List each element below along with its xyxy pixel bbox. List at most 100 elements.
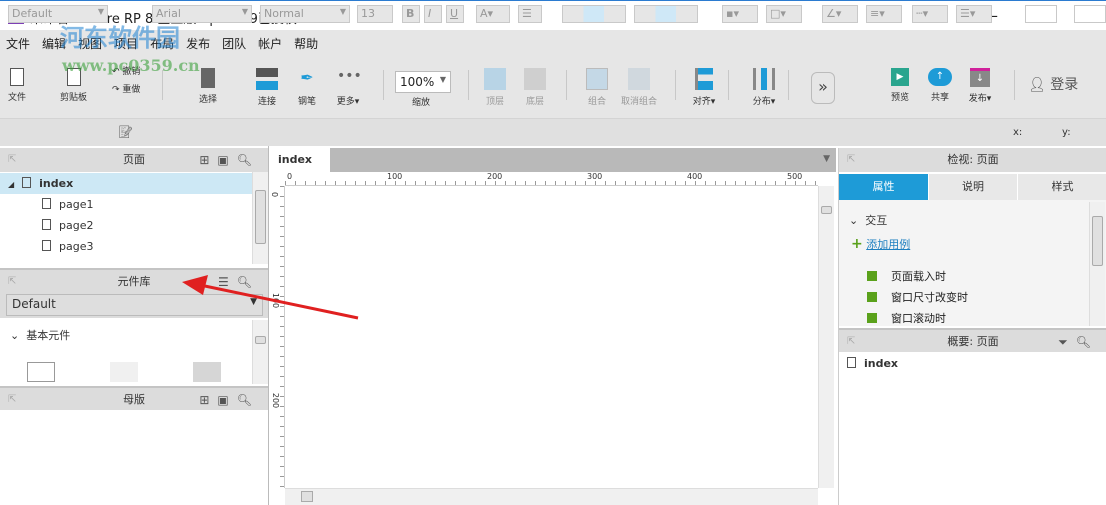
preview-button[interactable]: ▶ 预览 bbox=[886, 68, 914, 103]
group-button[interactable]: 组合 bbox=[584, 68, 610, 107]
line-width-button[interactable]: ≡▾ bbox=[866, 5, 902, 23]
ungroup-button[interactable]: 取消组合 bbox=[618, 68, 660, 107]
style-editor-icon[interactable]: 📝︎ bbox=[118, 125, 133, 139]
send-to-back-button[interactable]: 底层 bbox=[522, 68, 548, 107]
canvas-vscrollbar[interactable] bbox=[818, 186, 834, 488]
event-icon bbox=[867, 271, 877, 281]
bold-button[interactable]: B bbox=[402, 5, 420, 23]
add-folder-icon[interactable]: ▣ bbox=[217, 393, 236, 407]
text-align-group[interactable] bbox=[562, 5, 626, 23]
italic-button[interactable]: I bbox=[424, 5, 442, 23]
bullet-button[interactable]: ☰ bbox=[518, 5, 542, 23]
arrow-style-button[interactable]: ☰▾ bbox=[956, 5, 992, 23]
align-button[interactable]: 对齐▾ bbox=[688, 68, 720, 107]
event-window-resize[interactable]: 窗口尺寸改变时 bbox=[867, 289, 968, 305]
menu-publish[interactable]: 发布 bbox=[180, 30, 216, 57]
y-label: y: bbox=[1062, 127, 1071, 138]
event-window-scroll[interactable]: 窗口滚动时 bbox=[867, 310, 946, 326]
style-select[interactable]: Default ▼ bbox=[8, 5, 108, 23]
event-icon bbox=[867, 313, 877, 323]
fill-color-button[interactable]: ▪▾ bbox=[722, 5, 758, 23]
add-case-link[interactable]: + 添加用例 bbox=[851, 236, 910, 252]
undo-button[interactable]: ↶ 撤销 bbox=[112, 64, 140, 77]
page-icon bbox=[42, 198, 51, 209]
more-button[interactable]: ••• 更多▾ bbox=[332, 68, 364, 107]
shadow-button[interactable]: □▾ bbox=[766, 5, 802, 23]
align-icon bbox=[695, 68, 713, 90]
tab-properties[interactable]: 属性 bbox=[839, 174, 928, 200]
menu-team[interactable]: 团队 bbox=[216, 30, 252, 57]
file-button[interactable]: 文件 bbox=[8, 68, 26, 103]
search-icon[interactable]: 🔍︎ bbox=[1076, 335, 1099, 349]
add-page-icon[interactable]: ⊞ bbox=[199, 153, 217, 167]
canvas-hscrollbar[interactable] bbox=[285, 488, 818, 505]
menu-view[interactable]: 视图 bbox=[72, 30, 108, 57]
underline-button[interactable]: U bbox=[446, 5, 464, 23]
search-icon[interactable]: 🔍︎ bbox=[237, 393, 260, 407]
widget-box[interactable] bbox=[27, 362, 55, 382]
menu-edit[interactable]: 编辑 bbox=[36, 30, 72, 57]
publish-button[interactable]: ↓ 发布▾ bbox=[966, 68, 994, 104]
widget-image[interactable] bbox=[193, 362, 221, 382]
menu-layout[interactable]: 布局 bbox=[144, 30, 180, 57]
line-style-button[interactable]: ┄▾ bbox=[912, 5, 948, 23]
font-size-select[interactable]: 13 bbox=[357, 5, 393, 23]
outline-header: ⇱ 概要: 页面 ⏷🔍︎ bbox=[839, 328, 1106, 352]
format-bar bbox=[0, 118, 1106, 146]
page-item-page3[interactable]: page3 bbox=[42, 236, 93, 257]
select-button[interactable]: 选择 bbox=[178, 68, 238, 105]
zoom-label: 缩放 bbox=[412, 98, 431, 108]
event-page-load[interactable]: 页面载入时 bbox=[867, 268, 946, 284]
annotation-arrow bbox=[182, 275, 359, 320]
pages-scrollbar[interactable] bbox=[252, 172, 268, 264]
page-item-page2[interactable]: page2 bbox=[42, 215, 93, 236]
connector-icon bbox=[256, 68, 278, 90]
pin-icon[interactable]: ⇱ bbox=[8, 270, 16, 294]
bring-to-front-button[interactable]: 顶层 bbox=[482, 68, 508, 107]
clipboard-icon bbox=[66, 68, 81, 86]
page-item-index[interactable]: ◢ index bbox=[0, 173, 252, 194]
tab-notes[interactable]: 说明 bbox=[929, 174, 1017, 200]
pin-icon[interactable]: ⇱ bbox=[847, 148, 855, 172]
connect-button[interactable]: 连接 bbox=[252, 68, 282, 107]
distribute-button[interactable]: 分布▾ bbox=[748, 68, 780, 107]
tab-menu-icon[interactable]: ▼ bbox=[823, 154, 830, 164]
distribute-icon bbox=[753, 68, 775, 90]
expand-toolbar-button[interactable]: » bbox=[811, 72, 835, 104]
pen-button[interactable]: ✒ 钢笔 bbox=[292, 68, 322, 107]
menu-file[interactable]: 文件 bbox=[0, 30, 36, 57]
font-select[interactable]: Arial ▼ bbox=[152, 5, 252, 23]
menu-help[interactable]: 帮助 bbox=[288, 30, 324, 57]
pin-icon[interactable]: ⇱ bbox=[8, 388, 16, 412]
font-weight-select[interactable]: Normal ▼ bbox=[260, 5, 350, 23]
outline-item-index[interactable]: index bbox=[847, 353, 898, 374]
menu-project[interactable]: 项目 bbox=[108, 30, 144, 57]
share-button[interactable]: ↑ 共享 bbox=[926, 68, 954, 103]
font-color-button[interactable]: A▾ bbox=[476, 5, 510, 23]
add-folder-icon[interactable]: ▣ bbox=[217, 153, 236, 167]
y-input[interactable] bbox=[1074, 5, 1106, 23]
back-icon bbox=[524, 68, 546, 90]
filter-icon[interactable]: ⏷ bbox=[1058, 335, 1076, 349]
widget-placeholder[interactable] bbox=[110, 362, 138, 382]
redo-button[interactable]: ↷ 重做 bbox=[112, 82, 140, 95]
search-icon[interactable]: 🔍︎ bbox=[237, 153, 260, 167]
menu-account[interactable]: 帐户 bbox=[252, 30, 288, 57]
tab-style[interactable]: 样式 bbox=[1018, 174, 1106, 200]
x-input[interactable] bbox=[1025, 5, 1057, 23]
download-icon: ↓ bbox=[970, 68, 990, 87]
select-icon bbox=[201, 68, 215, 88]
add-master-icon[interactable]: ⊞ bbox=[199, 393, 217, 407]
page-item-page1[interactable]: page1 bbox=[42, 194, 93, 215]
zoom-select[interactable]: 100% ▼ bbox=[395, 71, 451, 93]
clipboard-button[interactable]: 剪贴板 bbox=[60, 68, 87, 103]
widget-group-basic[interactable]: ⌄ 基本元件 bbox=[10, 327, 70, 343]
login-button[interactable]: 👤︎ 登录 bbox=[1028, 74, 1078, 94]
tab-index[interactable]: index ✕ bbox=[270, 148, 330, 190]
vertical-align-group[interactable] bbox=[634, 5, 698, 23]
pin-icon[interactable]: ⇱ bbox=[8, 148, 16, 172]
line-color-button[interactable]: ∠▾ bbox=[822, 5, 858, 23]
inspector-scrollbar[interactable] bbox=[1089, 202, 1105, 326]
pin-icon[interactable]: ⇱ bbox=[847, 330, 855, 354]
interactions-section[interactable]: ⌄ 交互 bbox=[849, 212, 887, 228]
